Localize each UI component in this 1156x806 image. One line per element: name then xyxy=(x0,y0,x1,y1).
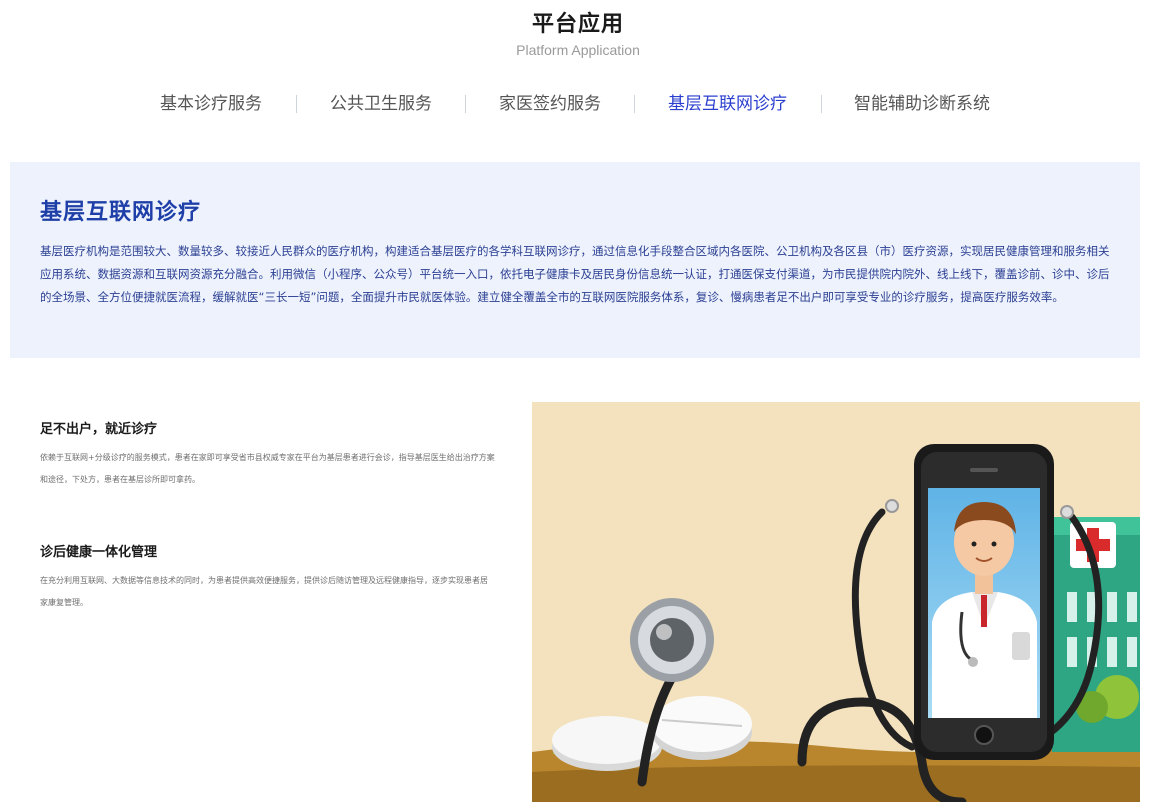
telemedicine-illustration xyxy=(532,402,1140,802)
tab-bar: 基本诊疗服务 公共卫生服务 家医签约服务 基层互联网诊疗 智能辅助诊断系统 xyxy=(0,90,1156,118)
illustration-svg xyxy=(532,402,1140,802)
page-subtitle: Platform Application xyxy=(516,42,640,58)
tab-divider xyxy=(465,95,466,113)
tab-divider xyxy=(296,95,297,113)
tab-family-doctor[interactable]: 家医签约服务 xyxy=(499,90,601,118)
tab-public-health[interactable]: 公共卫生服务 xyxy=(330,90,432,118)
page-title: 平台应用 xyxy=(531,12,624,37)
tab-internet-diagnosis[interactable]: 基层互联网诊疗 xyxy=(668,90,787,118)
tab-divider xyxy=(634,95,635,113)
tab-ai-diagnosis[interactable]: 智能辅助诊断系统 xyxy=(854,90,990,118)
feature-title: 诊后健康一体化管理 xyxy=(40,545,158,560)
tab-basic-care[interactable]: 基本诊疗服务 xyxy=(160,90,262,118)
tab-divider xyxy=(821,95,822,113)
intro-text: 基层医疗机构是范围较大、数量较多、较接近人民群众的医疗机构，构建适合基层医疗的各… xyxy=(40,244,1110,304)
feature-title: 足不出户，就近诊疗 xyxy=(40,422,158,437)
feature-description: 在充分利用互联网、大数据等信息技术的同时，为患者提供高效便捷服务，提供诊后随访管… xyxy=(40,576,488,607)
intro-panel: 基层互联网诊疗 基层医疗机构是范围较大、数量较多、较接近人民群众的医疗机构，构建… xyxy=(10,162,1140,358)
stethoscope-chestpiece xyxy=(630,598,714,682)
feature-description: 依赖于互联网+分级诊疗的服务模式，患者在家即可享受省市县权威专家在平台为基层患者… xyxy=(40,453,495,484)
intro-title: 基层互联网诊疗 xyxy=(40,200,202,225)
